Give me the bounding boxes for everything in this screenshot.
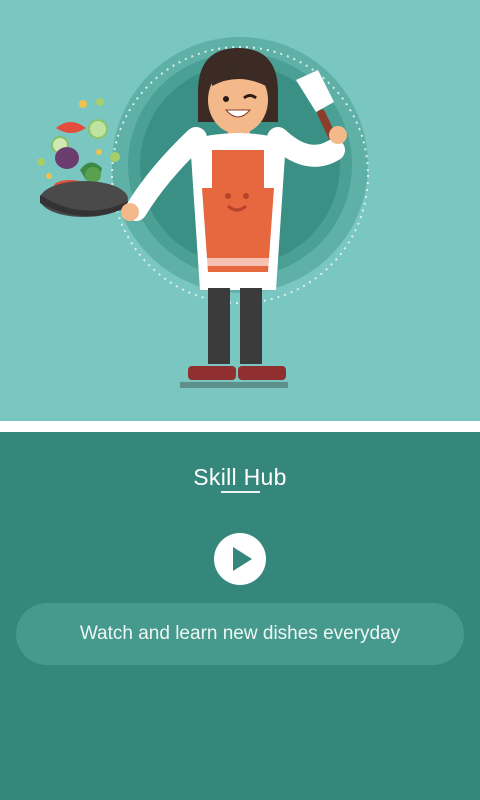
tagline-pill[interactable]: Watch and learn new dishes everyday	[16, 603, 464, 665]
hero-divider	[0, 421, 480, 432]
play-button[interactable]	[214, 533, 266, 585]
title-underline	[221, 491, 260, 493]
play-icon	[233, 547, 252, 571]
vegetables-icon	[37, 98, 120, 192]
hero-illustration-area	[0, 0, 480, 421]
chef-illustration	[37, 37, 369, 388]
app-title: Skill Hub	[193, 464, 287, 490]
